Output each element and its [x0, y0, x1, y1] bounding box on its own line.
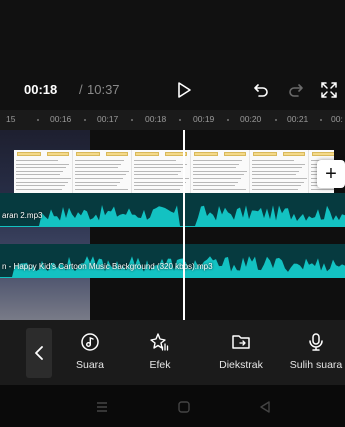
ruler-tick: 00:16	[50, 114, 72, 124]
ruler-dot	[179, 119, 181, 121]
microphone-icon	[309, 333, 323, 351]
fullscreen-icon	[321, 82, 337, 98]
ruler-dot	[37, 119, 39, 121]
tool-label: Suara	[75, 359, 105, 371]
time-separator: /	[79, 82, 83, 97]
ruler-dot	[84, 119, 86, 121]
play-button[interactable]	[172, 78, 196, 102]
tool-label: Efek	[149, 359, 171, 371]
time-ruler[interactable]: 15 00:16 00:17 00:18 00:19 00:20 00:21 0…	[0, 110, 345, 130]
playhead[interactable]	[183, 130, 185, 320]
extract-folder-icon	[232, 335, 250, 349]
video-thumbnail-frame	[14, 150, 73, 195]
tool-label: Sulih suara	[289, 359, 343, 371]
tool-suara[interactable]: Suara	[72, 332, 108, 380]
tool-label: Diekstrak	[219, 359, 263, 371]
redo-button[interactable]	[284, 78, 308, 102]
audio-track-1[interactable]: aran 2.mp3	[0, 193, 345, 227]
ruler-tick: 00:21	[287, 114, 309, 124]
edit-toolbar: Suara Efek Diekstrak Sulih suara	[0, 320, 345, 385]
fullscreen-button[interactable]	[317, 78, 341, 102]
playback-bar: 00:18 / 10:37	[0, 70, 345, 110]
ruler-tick: 00:	[331, 114, 343, 124]
add-clip-button[interactable]: +	[317, 160, 345, 188]
ruler-dot	[320, 119, 322, 121]
music-note-icon	[81, 333, 99, 351]
ruler-tick: 00:18	[145, 114, 167, 124]
audio-waveform	[0, 205, 345, 227]
ruler-dot	[131, 119, 133, 121]
sparkle-effect-icon	[150, 333, 169, 351]
ruler-tick: 15	[6, 114, 16, 124]
video-thumbnail-frame	[73, 150, 132, 195]
menu-lines-icon	[97, 402, 107, 412]
video-preview[interactable]	[0, 0, 345, 70]
tool-efek[interactable]: Efek	[145, 332, 175, 380]
video-clip-strip[interactable]	[14, 150, 334, 195]
ruler-tick: 00:20	[240, 114, 262, 124]
home-square-icon	[178, 401, 190, 413]
recent-apps-button[interactable]	[95, 400, 109, 414]
tool-diekstrak[interactable]: Diekstrak	[218, 332, 264, 380]
timeline-area[interactable]: aran 2.mp3 n - Happy Kid's Cartoon Music…	[0, 130, 345, 320]
audio-track-label: aran 2.mp3	[2, 211, 43, 220]
undo-button[interactable]	[249, 78, 273, 102]
tool-sulih-suara[interactable]: Sulih suara	[288, 332, 344, 380]
video-thumbnail-frame	[250, 150, 309, 195]
ruler-tick: 00:19	[193, 114, 215, 124]
total-duration: 10:37	[87, 82, 120, 97]
current-time: 00:18	[24, 82, 58, 97]
system-navigation-bar	[0, 385, 345, 427]
audio-waveform	[0, 256, 345, 278]
chevron-left-icon	[35, 346, 43, 360]
back-triangle-icon	[260, 401, 270, 413]
ruler-tick: 00:17	[97, 114, 119, 124]
ruler-dot	[227, 119, 229, 121]
undo-icon	[254, 84, 268, 97]
video-thumbnail-frame	[191, 150, 250, 195]
play-icon	[178, 82, 191, 98]
redo-icon	[289, 84, 303, 97]
back-button[interactable]	[26, 328, 52, 378]
ruler-dot	[275, 119, 277, 121]
audio-track-label: n - Happy Kid's Cartoon Music Background…	[2, 262, 213, 271]
back-nav-button[interactable]	[258, 400, 272, 414]
audio-track-2[interactable]: n - Happy Kid's Cartoon Music Background…	[0, 244, 345, 278]
plus-icon: +	[325, 163, 337, 185]
home-button[interactable]	[177, 400, 191, 414]
